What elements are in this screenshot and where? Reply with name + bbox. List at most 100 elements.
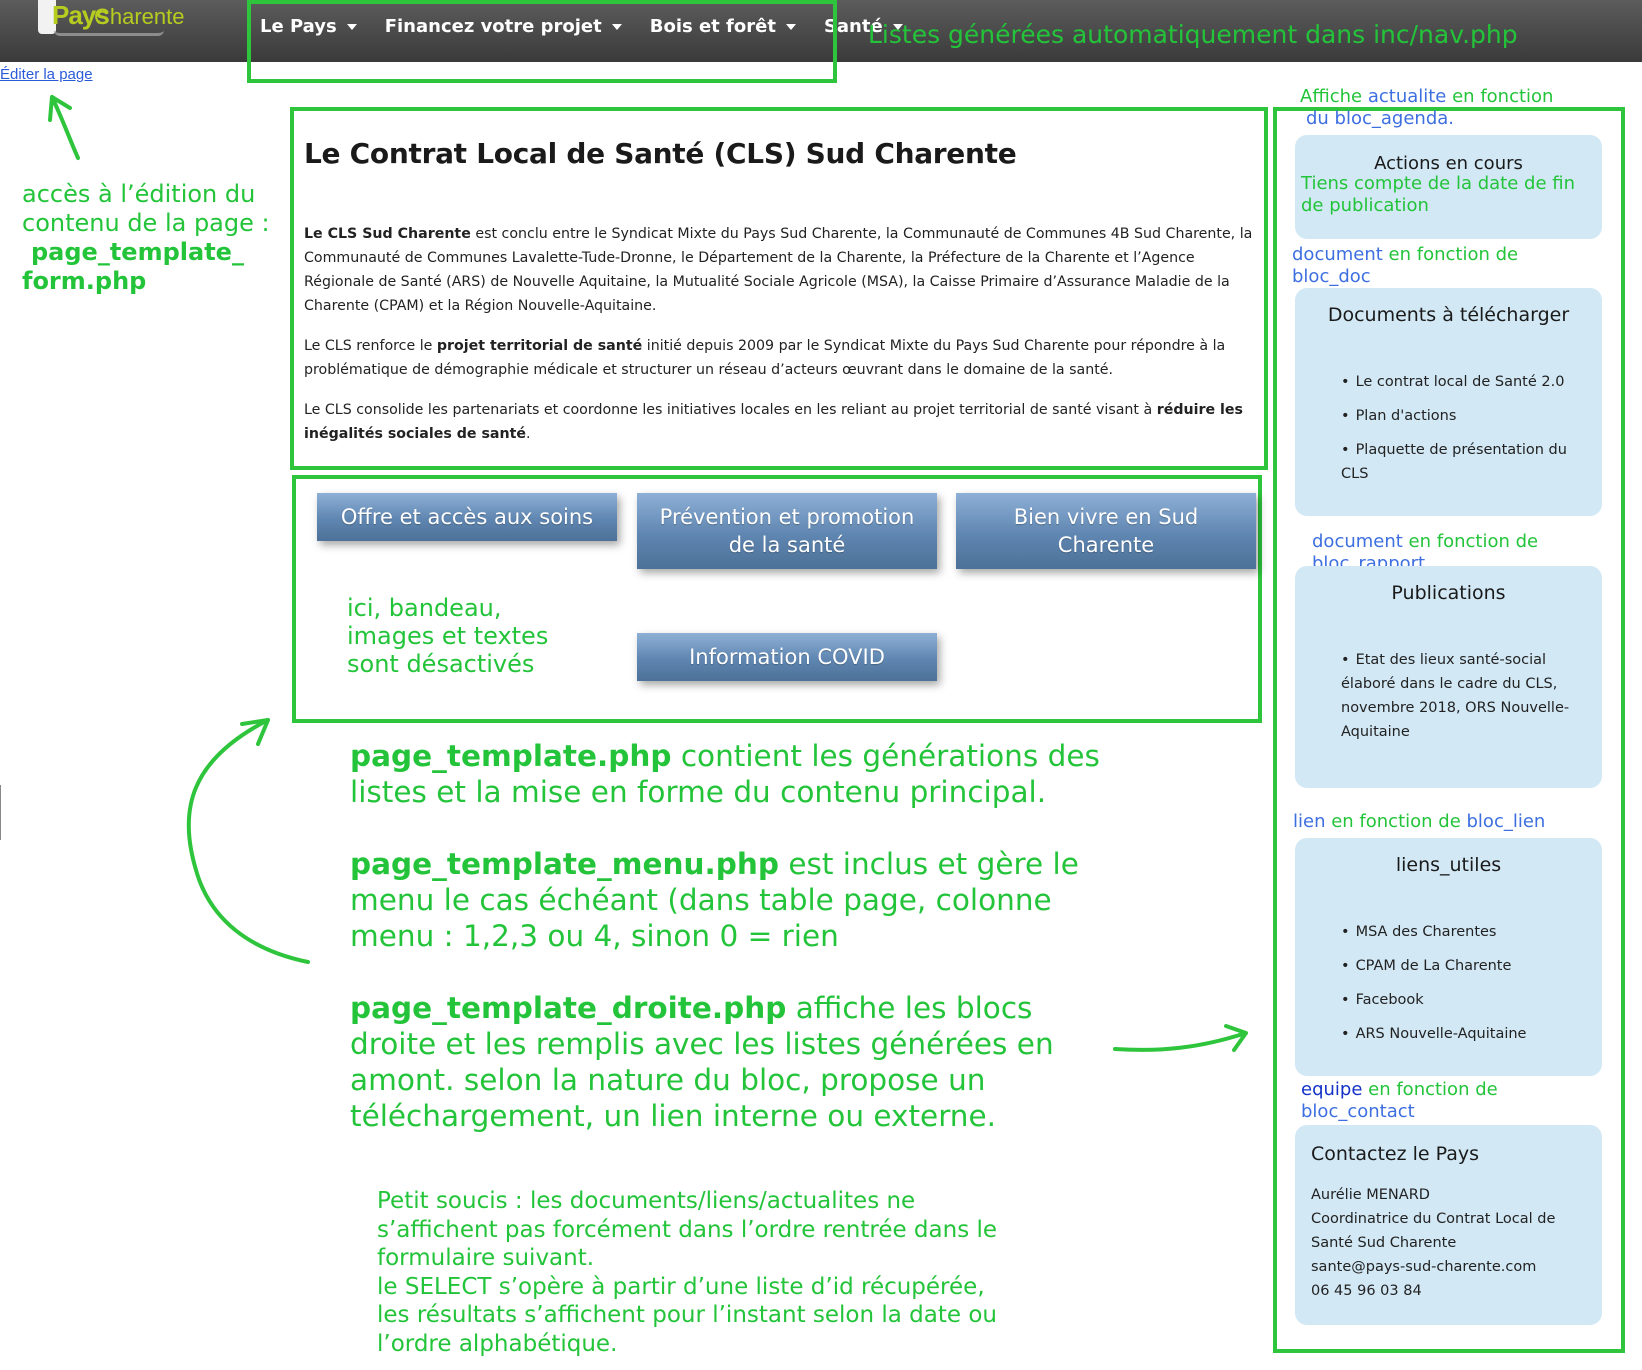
prevention-button[interactable]: Prévention et promotion de la santé (637, 493, 937, 569)
annotation-text: en fonction de (1325, 811, 1467, 832)
edit-annotation-file: page_template_ (22, 238, 270, 267)
contact-role: Coordinatrice du Contrat Local de Santé … (1311, 1211, 1556, 1251)
list-item[interactable]: Plan d'actions (1341, 404, 1581, 428)
document-link[interactable]: Plaquette de présentation du CLS (1341, 442, 1567, 482)
edit-annotation: accès à l’édition du contenu de la page … (22, 180, 270, 296)
template-main-line: page_template.php contient les génératio… (350, 738, 1100, 774)
contact-card: Contactez le Pays Aurélie MENARD Coordin… (1295, 1125, 1602, 1325)
offre-soins-button[interactable]: Offre et accès aux soins (317, 493, 617, 541)
list-item[interactable]: Le contrat local de Santé 2.0 (1341, 370, 1581, 394)
lien-annotation: lien en fonction de bloc_lien (1293, 811, 1545, 833)
logo-swoosh (54, 30, 164, 36)
list-item[interactable]: Plaquette de présentation du CLS (1341, 438, 1581, 486)
contact-email[interactable]: sante@pays-sud-charente.com (1311, 1255, 1581, 1279)
annotation-text: en fonction de (1362, 1079, 1498, 1100)
external-link[interactable]: ARS Nouvelle-Aquitaine (1356, 1026, 1527, 1042)
annotation-text: est inclus et gère le (778, 847, 1079, 881)
publications-list: Etat des lieux santé-social élaboré dans… (1341, 648, 1581, 754)
documents-list: Le contrat local de Santé 2.0 Plan d'act… (1341, 370, 1581, 496)
template-droite-line: amont. selon la nature du bloc, propose … (350, 1063, 986, 1097)
external-link[interactable]: Facebook (1356, 992, 1424, 1008)
issue-line: formulaire suivant. (377, 1245, 595, 1271)
edit-annotation-line: contenu de la page : (22, 209, 270, 237)
issue-line: s’affichent pas forcément dans l’ordre r… (377, 1216, 998, 1243)
list-item[interactable]: CPAM de La Charente (1341, 954, 1581, 978)
bold-text: projet territorial de santé (436, 338, 643, 354)
template-annotations: page_template.php contient les génératio… (350, 738, 1100, 1134)
agenda-note: Tiens compte de la date de fin de public… (1301, 173, 1575, 217)
list-item[interactable]: Facebook (1341, 988, 1581, 1012)
page-edge-marker (0, 785, 1, 840)
list-item[interactable]: ARS Nouvelle-Aquitaine (1341, 1022, 1581, 1046)
edit-file-line: page_template_ (31, 238, 244, 266)
agenda-annotation: Affiche actualite en fonction du bloc_ag… (1300, 86, 1553, 130)
issue-line: Petit soucis : les documents/liens/actua… (377, 1188, 916, 1214)
issue-line: l’ordre alphabétique. (377, 1330, 618, 1357)
doc-annotation: document en fonction de bloc_doc (1292, 244, 1518, 288)
edit-page-link[interactable]: Éditer la page (0, 66, 93, 83)
issue-annotation: Petit soucis : les documents/liens/actua… (377, 1187, 997, 1358)
template-droite-line: page_template_droite.php affiche les blo… (350, 990, 1100, 1026)
card-title: liens_utiles (1395, 854, 1502, 876)
edit-file-line-2: form.php (22, 267, 147, 295)
site-logo[interactable]: Pays Charente (38, 0, 185, 40)
article-paragraph: Le CLS renforce le projet territorial de… (304, 334, 1264, 382)
edit-annotation-line: accès à l’édition du (22, 180, 256, 208)
arrow-template-icon (186, 718, 310, 964)
arrow-edit-icon (48, 95, 80, 160)
paragraph-text: Le CLS renforce le (304, 338, 437, 354)
card-title: Actions en cours (1374, 153, 1523, 174)
template-droite-line: téléchargement, un lien interne ou exter… (350, 1099, 997, 1133)
bien-vivre-button[interactable]: Bien vivre en Sud Charente (956, 493, 1256, 569)
document-link[interactable]: Plan d'actions (1356, 408, 1457, 424)
publication-link[interactable]: Etat des lieux santé-social élaboré dans… (1341, 652, 1569, 740)
rapport-annotation-line: document en fonction de (1312, 531, 1538, 553)
page-title: Le Contrat Local de Santé (CLS) Sud Char… (304, 137, 1017, 170)
issue-line: le SELECT s’opère à partir d’une liste d… (377, 1273, 985, 1300)
contact-annotation: equipe en fonction de bloc_contact (1301, 1079, 1498, 1123)
contact-title: Contactez le Pays (1311, 1143, 1480, 1165)
file-name: page_template.php (350, 739, 672, 773)
actions-card: Actions en cours Tiens compte de la date… (1295, 135, 1602, 239)
paragraph-text: . (525, 426, 531, 442)
contact-annotation-line: equipe en fonction de (1301, 1079, 1498, 1101)
nav-highlight-box (247, 0, 837, 83)
annotation-text: contient les générations des (671, 739, 1100, 773)
annotation-text: en fonction de (1402, 531, 1539, 552)
doc-annotation-line: document en fonction de (1292, 244, 1518, 266)
file-name: page_template_menu.php (350, 847, 779, 881)
template-menu-line: page_template_menu.php est inclus et gèr… (350, 846, 1100, 882)
list-item[interactable]: Etat des lieux santé-social élaboré dans… (1341, 648, 1581, 744)
template-menu-line: menu : 1,2,3 ou 4, sinon 0 = rien (350, 919, 839, 953)
template-main-line: listes et la mise en forme du contenu pr… (350, 775, 1047, 809)
buttons-annotation-line: images et textes (347, 622, 549, 650)
external-link[interactable]: CPAM de La Charente (1356, 958, 1512, 974)
template-menu-line: menu le cas échéant (dans table page, co… (350, 883, 1052, 917)
card-title: Publications (1391, 582, 1506, 604)
liens-list: MSA des Charentes CPAM de La Charente Fa… (1341, 920, 1581, 1056)
card-title: Documents à télécharger (1327, 304, 1570, 326)
issue-line: les résultats s’affichent pour l’instant… (377, 1302, 998, 1328)
document-link[interactable]: Le contrat local de Santé 2.0 (1356, 374, 1565, 390)
list-item[interactable]: MSA des Charentes (1341, 920, 1581, 944)
annotation-text: affiche les blocs (786, 991, 1033, 1025)
template-droite-line: droite et les remplis avec les listes gé… (350, 1027, 1054, 1061)
contact-phone: 06 45 96 03 84 (1311, 1283, 1422, 1299)
liens-card: liens_utiles MSA des Charentes CPAM de L… (1295, 838, 1602, 1076)
covid-button[interactable]: Information COVID (637, 633, 937, 681)
article-body: Le CLS Sud Charente est conclu entre le … (304, 222, 1264, 462)
publications-card: Publications Etat des lieux santé-social… (1295, 566, 1602, 788)
annotation-text: Affiche (1300, 86, 1368, 107)
annotation-text: en fonction (1446, 86, 1554, 107)
annotation-keyword: lien (1293, 811, 1326, 832)
annotation-keyword: equipe (1301, 1079, 1363, 1100)
bold-text: Le CLS Sud Charente (304, 226, 471, 242)
logo-text-charente: Charente (94, 4, 185, 29)
doc-annotation-line: bloc_doc (1292, 266, 1371, 287)
external-link[interactable]: MSA des Charentes (1356, 924, 1497, 940)
annotation-text: en fonction de (1382, 244, 1519, 265)
annotation-keyword: bloc_lien (1466, 811, 1546, 832)
contact-annotation-line: bloc_contact (1301, 1101, 1415, 1122)
